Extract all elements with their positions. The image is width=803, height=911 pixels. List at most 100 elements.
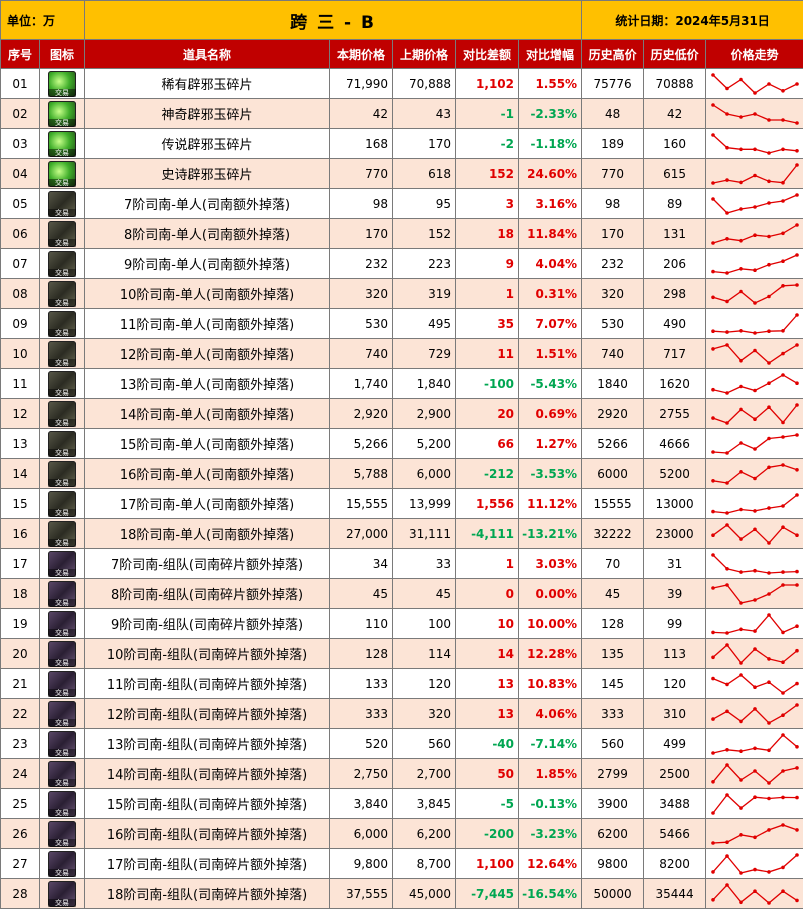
item-icon-cell: 交易 [38, 248, 86, 279]
gem-icon: 交易 [48, 100, 76, 127]
item-icon-cell: 交易 [38, 398, 86, 429]
table-row: 05 交易 7阶司南-单人(司南额外掉落) 98 95 3 3.16% 98 89 [0, 188, 803, 219]
trend-point [766, 748, 771, 752]
history-low: 35444 [643, 878, 707, 909]
trend-point [794, 648, 799, 652]
previous-price: 618 [392, 158, 457, 189]
trend-point [752, 330, 757, 335]
gem-icon: 交易 [48, 70, 76, 97]
history-low: 23000 [643, 518, 707, 549]
trend-point [766, 505, 771, 510]
row-number: 16 [0, 518, 40, 549]
previous-price: 170 [392, 128, 457, 159]
trend-point [780, 795, 785, 799]
team-card-icon: 交易 [48, 670, 76, 697]
price-trend-sparkline [710, 612, 799, 635]
item-icon-cell: 交易 [38, 218, 86, 249]
card-icon: 交易 [48, 310, 76, 337]
table-row: 16 交易 18阶司南-单人(司南额外掉落) 27,000 31,111 -4,111 -1… [0, 518, 803, 549]
trend-point [724, 630, 729, 635]
trade-label: 交易 [48, 448, 76, 457]
trend-point [780, 690, 785, 695]
trend-point [766, 360, 771, 365]
row-number: 08 [0, 278, 40, 309]
item-icon-cell: 交易 [38, 578, 86, 609]
trend-point [794, 492, 799, 497]
history-low: 13000 [643, 488, 707, 519]
trend-point [710, 102, 715, 107]
price-trend-sparkline [710, 762, 799, 785]
trend-point [752, 628, 757, 633]
change-percent: -2.33% [518, 98, 583, 129]
previous-price: 1,840 [392, 368, 457, 399]
history-high: 145 [581, 668, 645, 699]
row-number: 21 [0, 668, 40, 699]
trend-point [794, 623, 799, 628]
row-number: 07 [0, 248, 40, 279]
table-row: 23 交易 13阶司南-组队(司南碎片额外掉落) 520 560 -40 -7.14% 560… [0, 728, 803, 759]
trend-point [724, 566, 729, 571]
history-high: 70 [581, 548, 645, 579]
trend-point [710, 869, 715, 874]
trend-point [752, 684, 757, 689]
history-low: 490 [643, 308, 707, 339]
table-row: 08 交易 10阶司南-单人(司南额外掉落) 320 319 1 0.31% 320 298 [0, 278, 803, 309]
trend-point [752, 768, 757, 773]
item-name: 13阶司南-单人(司南额外掉落) [84, 368, 331, 399]
trend-point [780, 462, 785, 467]
price-trend-sparkline [710, 132, 799, 155]
history-high: 1840 [581, 368, 645, 399]
current-price: 5,788 [329, 458, 394, 489]
current-price: 232 [329, 248, 394, 279]
trend-point [752, 476, 757, 480]
row-number: 10 [0, 338, 40, 369]
trade-label: 交易 [48, 508, 76, 517]
price-table: 单位：万 跨 三 - B 统计日期：2024年5月31日 序号 图标 道具名称 … [0, 0, 803, 909]
price-difference: -212 [455, 458, 520, 489]
trend-point [766, 679, 771, 684]
trend-point [710, 897, 715, 902]
trend-point [724, 111, 729, 116]
price-trend-sparkline [710, 222, 799, 245]
table-row: 10 交易 12阶司南-单人(司南额外掉落) 740 729 11 1.51% 740 717 [0, 338, 803, 369]
change-percent: -13.21% [518, 518, 583, 549]
history-high: 45 [581, 578, 645, 609]
item-name: 12阶司南-组队(司南碎片额外掉落) [84, 698, 331, 729]
current-price: 2,920 [329, 398, 394, 429]
trend-point [766, 294, 771, 298]
row-number: 09 [0, 308, 40, 339]
trend-point [710, 415, 715, 420]
item-icon-cell: 交易 [38, 668, 86, 699]
table-row: 24 交易 14阶司南-组队(司南碎片额外掉落) 2,750 2,700 50 1.85% 2… [0, 758, 803, 789]
trend-point [766, 591, 771, 596]
change-percent: 0.00% [518, 578, 583, 609]
history-low: 131 [643, 218, 707, 249]
row-number: 18 [0, 578, 40, 609]
row-number: 26 [0, 818, 40, 849]
price-difference: 9 [455, 248, 520, 279]
table-row: 20 交易 10阶司南-组队(司南碎片额外掉落) 128 114 14 12.28% 135 1… [0, 638, 803, 669]
trade-label: 交易 [48, 688, 76, 697]
price-difference: 3 [455, 188, 520, 219]
price-trend-sparkline [710, 252, 799, 275]
trend-point [780, 420, 785, 424]
table-row: 02 交易 神奇辟邪玉碎片 42 43 -1 -2.33% 48 42 [0, 98, 803, 129]
row-number: 02 [0, 98, 40, 129]
change-percent: 1.27% [518, 428, 583, 459]
row-number: 23 [0, 728, 40, 759]
price-difference: 20 [455, 398, 520, 429]
trend-point [752, 835, 757, 839]
previous-price: 100 [392, 608, 457, 639]
trend-point [724, 522, 729, 527]
price-trend-sparkline [710, 582, 799, 605]
trend-point [724, 329, 729, 334]
row-number: 28 [0, 878, 40, 909]
table-row: 04 交易 史诗辟邪玉碎片 770 618 152 24.60% 770 615 [0, 158, 803, 189]
trade-label: 交易 [48, 868, 76, 877]
history-low: 2500 [643, 758, 707, 789]
trend-point [752, 416, 757, 421]
unit-label: 单位：万 [0, 0, 86, 40]
item-name: 16阶司南-组队(司南碎片额外掉落) [84, 818, 331, 849]
trend-point [780, 328, 785, 333]
gem-icon: 交易 [48, 130, 76, 157]
